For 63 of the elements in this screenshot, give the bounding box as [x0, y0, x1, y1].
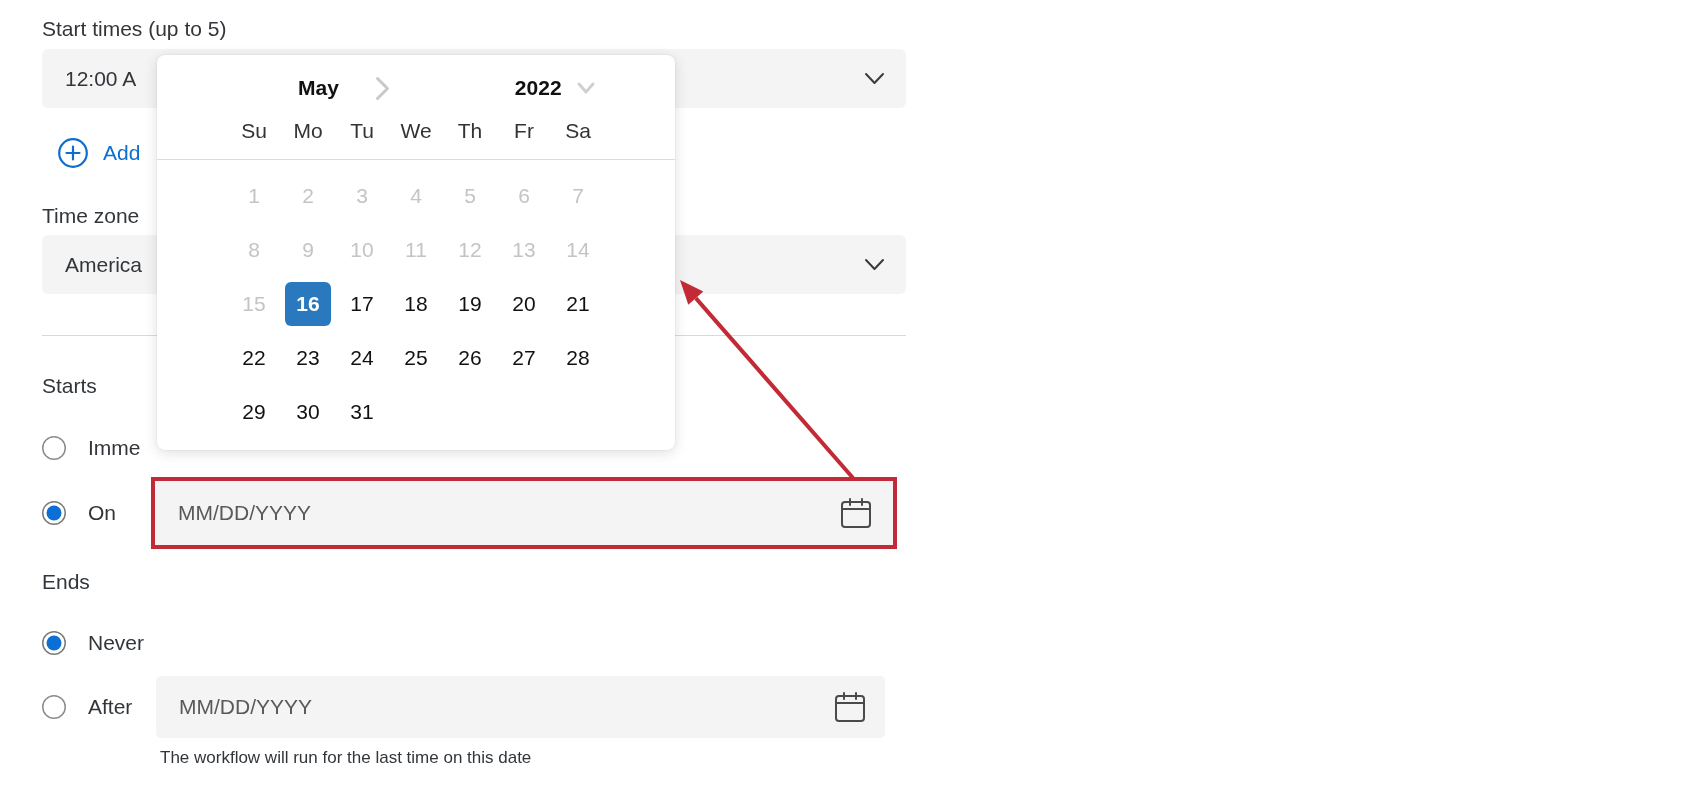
calendar-day: 3	[339, 174, 385, 218]
chevron-down-icon	[864, 258, 885, 271]
calendar-day: 11	[393, 228, 439, 272]
calendar-day: 1	[231, 174, 277, 218]
calendar-day[interactable]: 23	[285, 336, 331, 380]
weekday-label: We	[400, 119, 432, 143]
calendar-day[interactable]: 30	[285, 390, 331, 434]
option-label: On	[88, 501, 116, 525]
calendar-icon	[835, 692, 865, 722]
calendar-day[interactable]: 19	[447, 282, 493, 326]
month-label: May	[298, 76, 339, 100]
calendar-day: 8	[231, 228, 277, 272]
calendar-day[interactable]: 21	[555, 282, 601, 326]
year-dropdown[interactable]: 2022	[514, 76, 596, 100]
calendar-day[interactable]: 31	[339, 390, 385, 434]
field-label: Start times (up to 5)	[42, 17, 227, 41]
weekday-label: Tu	[350, 119, 374, 143]
calendar-icon	[841, 498, 871, 528]
date-field[interactable]: MM/DD/YYYY	[155, 481, 893, 545]
chevron-down-icon	[864, 72, 885, 85]
calendar-day[interactable]: 27	[501, 336, 547, 380]
calendar-day: 4	[393, 174, 439, 218]
radio-button[interactable]	[42, 695, 66, 719]
add-button[interactable]: Add	[58, 138, 141, 168]
calendar-day[interactable]: 20	[501, 282, 547, 326]
section-label: Ends	[42, 570, 90, 594]
calendar-day: 6	[501, 174, 547, 218]
weekday-label: Fr	[514, 119, 534, 143]
calendar-day[interactable]: 24	[339, 336, 385, 380]
field-hint: The workflow will run for the last time on this date	[160, 748, 532, 768]
calendar-day[interactable]: 16	[285, 282, 331, 326]
calendar-day[interactable]: 17	[339, 282, 385, 326]
calendar-day[interactable]: 22	[231, 336, 277, 380]
section-label: Starts	[42, 374, 97, 398]
weekday-label: Th	[457, 119, 483, 143]
calendar-day: 9	[285, 228, 331, 272]
calendar-day: 7	[555, 174, 601, 218]
chevron-down-icon	[575, 81, 596, 95]
calendar-day[interactable]: 18	[393, 282, 439, 326]
chevron-right-icon	[374, 75, 390, 101]
calendar-day[interactable]: 25	[393, 336, 439, 380]
radio-button[interactable]	[42, 501, 66, 525]
calendar-day: 10	[339, 228, 385, 272]
weekday-label: Sa	[565, 119, 591, 143]
option-label: Imme	[88, 436, 141, 460]
field-label: Time zone	[42, 204, 140, 228]
calendar-day: 14	[555, 228, 601, 272]
calendar-day: 5	[447, 174, 493, 218]
radio-button[interactable]	[42, 631, 66, 655]
option-label: Never	[88, 631, 145, 655]
calendar-day: 15	[231, 282, 277, 326]
calendar-day: 13	[501, 228, 547, 272]
calendar-day[interactable]: 29	[231, 390, 277, 434]
date-field[interactable]: MM/DD/YYYY	[156, 676, 885, 738]
plus-circle-icon	[58, 138, 88, 168]
radio-button[interactable]	[42, 436, 66, 460]
calendar-day[interactable]: 26	[447, 336, 493, 380]
calendar-day[interactable]: 28	[555, 336, 601, 380]
weekday-label: Su	[241, 119, 267, 143]
weekday-label: Mo	[293, 119, 323, 143]
option-label: After	[88, 695, 133, 719]
calendar-day: 2	[285, 174, 331, 218]
calendar-day: 12	[447, 228, 493, 272]
